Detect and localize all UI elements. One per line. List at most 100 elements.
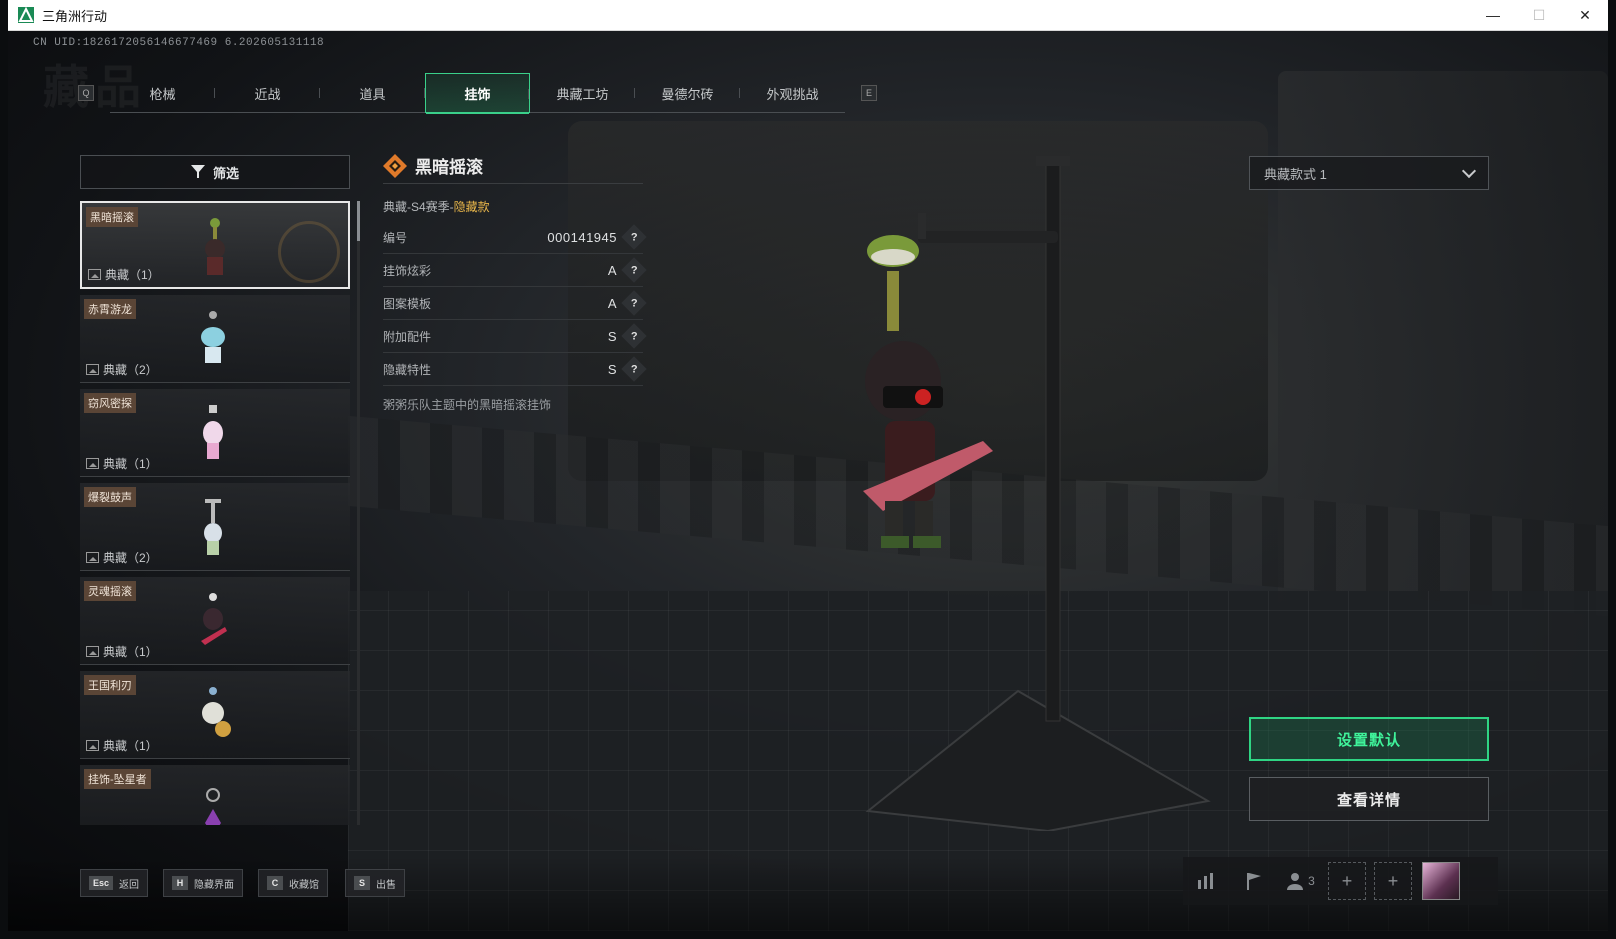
tab-next-key[interactable]: E bbox=[861, 85, 877, 101]
minimize-button[interactable]: — bbox=[1470, 0, 1516, 30]
image-icon bbox=[86, 552, 99, 563]
help-icon[interactable]: ? bbox=[621, 257, 647, 283]
detail-title: 黑暗摇滚 bbox=[383, 148, 643, 184]
scrollbar-thumb[interactable] bbox=[357, 201, 360, 241]
attr-label: 隐藏特性 bbox=[383, 362, 432, 377]
variant-dropdown[interactable]: 典藏款式 1 bbox=[1249, 156, 1489, 190]
item-count-label: 典藏（1） bbox=[103, 739, 158, 753]
charm-thumbnail bbox=[202, 687, 231, 737]
key-h: H bbox=[172, 876, 188, 890]
tab-prev-key[interactable]: Q bbox=[78, 85, 94, 101]
tab-firearms[interactable]: 枪械 bbox=[110, 73, 215, 113]
list-item[interactable]: 窃风密探 典藏（1） bbox=[80, 389, 350, 477]
charm-thumbnail bbox=[201, 311, 225, 363]
help-icon[interactable]: ? bbox=[621, 323, 647, 349]
help-icon[interactable]: ? bbox=[621, 290, 647, 316]
charm-thumbnail bbox=[205, 788, 221, 825]
charm-thumbnail bbox=[201, 593, 227, 645]
tab-items[interactable]: 道具 bbox=[320, 73, 425, 113]
hint-label: 出售 bbox=[376, 879, 396, 891]
tab-melee[interactable]: 近战 bbox=[215, 73, 320, 113]
item-count: 典藏（1） bbox=[88, 266, 160, 283]
list-item[interactable]: 黑暗摇滚 典藏（1） bbox=[80, 201, 350, 289]
attr-value: A bbox=[607, 262, 617, 278]
image-icon bbox=[88, 269, 101, 280]
detail-season: 典藏-S4赛季- bbox=[383, 200, 454, 214]
user-uid: CN UID:1826172056146677469 6.20260513111… bbox=[33, 37, 325, 49]
tab-charms[interactable]: 挂饰 bbox=[425, 73, 530, 114]
item-count-label: 典藏（1） bbox=[105, 268, 160, 282]
item-count-label: 典藏（1） bbox=[103, 645, 158, 659]
item-count: 典藏（2） bbox=[86, 549, 158, 566]
party-count: 3 bbox=[1308, 874, 1315, 888]
key-esc: Esc bbox=[89, 876, 114, 890]
item-name: 窃风密探 bbox=[84, 393, 136, 413]
attr-row-hidden-trait: 隐藏特性 S ? bbox=[383, 353, 647, 386]
window-title-bar: 三角洲行动 — ☐ ✕ bbox=[8, 0, 1608, 31]
detail-subtitle: 典藏-S4赛季-隐藏款 bbox=[383, 198, 643, 215]
tab-mandel-brick[interactable]: 曼德尔砖 bbox=[635, 73, 740, 113]
game-viewport: CN UID:1826172056146677469 6.20260513111… bbox=[8, 31, 1608, 931]
item-count-label: 典藏（1） bbox=[103, 457, 158, 471]
filter-button[interactable]: 筛选 bbox=[80, 155, 350, 189]
variant-selected: 典藏款式 1 bbox=[1264, 166, 1327, 182]
close-button[interactable]: ✕ bbox=[1562, 0, 1608, 30]
item-count: 典藏（1） bbox=[86, 455, 158, 472]
attr-label: 附加配件 bbox=[383, 329, 432, 344]
list-item[interactable]: 灵魂摇滚 典藏（1） bbox=[80, 577, 350, 665]
tab-appearance-challenge[interactable]: 外观挑战 bbox=[740, 73, 845, 113]
add-slot-button[interactable]: + bbox=[1374, 862, 1412, 900]
help-icon[interactable]: ? bbox=[621, 224, 647, 250]
image-icon bbox=[86, 646, 99, 657]
hint-label: 收藏馆 bbox=[289, 879, 319, 891]
item-count-label: 典藏（2） bbox=[103, 551, 158, 565]
charm-detail-panel: 黑暗摇滚 典藏-S4赛季-隐藏款 编号 000141945 ? 挂饰炫彩 A ?… bbox=[383, 148, 647, 413]
list-item[interactable]: 爆裂鼓声 典藏（2） bbox=[80, 483, 350, 571]
add-slot-button[interactable]: + bbox=[1328, 862, 1366, 900]
item-name: 赤霄游龙 bbox=[84, 299, 136, 319]
item-name: 爆裂鼓声 bbox=[84, 487, 136, 507]
hint-collection[interactable]: C 收藏馆 bbox=[258, 869, 328, 897]
attr-row-serial: 编号 000141945 ? bbox=[383, 221, 647, 254]
charm-thumbnail bbox=[205, 218, 225, 275]
attr-row-pattern: 图案模板 A ? bbox=[383, 287, 647, 320]
window-title: 三角洲行动 bbox=[42, 8, 108, 24]
rarity-diamond-icon bbox=[383, 153, 407, 178]
list-scrollbar[interactable] bbox=[357, 201, 360, 825]
image-icon bbox=[86, 364, 99, 375]
list-item[interactable]: 挂饰-坠星者 bbox=[80, 765, 350, 825]
party-icon bbox=[1287, 873, 1304, 890]
item-name: 挂饰-坠星者 bbox=[84, 769, 151, 789]
party-indicator[interactable]: 3 bbox=[1277, 857, 1324, 905]
avatar[interactable] bbox=[1422, 862, 1460, 900]
image-icon bbox=[86, 458, 99, 469]
tab-collection-workshop[interactable]: 典藏工坊 bbox=[530, 73, 635, 113]
item-name: 黑暗摇滚 bbox=[86, 207, 138, 227]
hint-back[interactable]: Esc 返回 bbox=[80, 869, 149, 897]
set-default-button[interactable]: 设置默认 bbox=[1249, 717, 1489, 761]
charm-list[interactable]: 黑暗摇滚 典藏（1） 赤霄游龙 典藏（2） 窃风密探 典藏（1） 爆裂鼓声 典藏… bbox=[80, 201, 350, 825]
charm-thumbnail bbox=[204, 499, 222, 555]
attr-label: 编号 bbox=[383, 230, 408, 245]
flag-icon[interactable] bbox=[1230, 857, 1277, 905]
chevron-down-icon bbox=[1461, 163, 1477, 178]
attr-value: 000141945 bbox=[547, 229, 617, 245]
list-item[interactable]: 赤霄游龙 典藏（2） bbox=[80, 295, 350, 383]
detail-hidden-tag: 隐藏款 bbox=[453, 200, 490, 214]
list-item[interactable]: 王国利刃 典藏（1） bbox=[80, 671, 350, 759]
hint-sell[interactable]: S 出售 bbox=[345, 869, 405, 897]
stats-icon[interactable] bbox=[1183, 857, 1230, 905]
charm-thumbnail bbox=[203, 405, 223, 459]
help-icon[interactable]: ? bbox=[621, 356, 647, 382]
filter-label: 筛选 bbox=[212, 165, 239, 181]
image-icon bbox=[86, 740, 99, 751]
category-tabs: Q 枪械 近战 道具 挂饰 典藏工坊 曼德尔砖 外观挑战 E bbox=[78, 73, 877, 114]
maximize-button[interactable]: ☐ bbox=[1516, 0, 1562, 30]
key-s: S bbox=[354, 876, 370, 890]
attr-row-color: 挂饰炫彩 A ? bbox=[383, 254, 647, 287]
hint-hide-ui[interactable]: H 隐藏界面 bbox=[163, 869, 243, 897]
hint-label: 返回 bbox=[119, 879, 140, 891]
dark-rock-charm-figure bbox=[863, 235, 993, 548]
view-detail-button[interactable]: 查看详情 bbox=[1249, 777, 1489, 821]
attr-row-accessory: 附加配件 S ? bbox=[383, 320, 647, 353]
